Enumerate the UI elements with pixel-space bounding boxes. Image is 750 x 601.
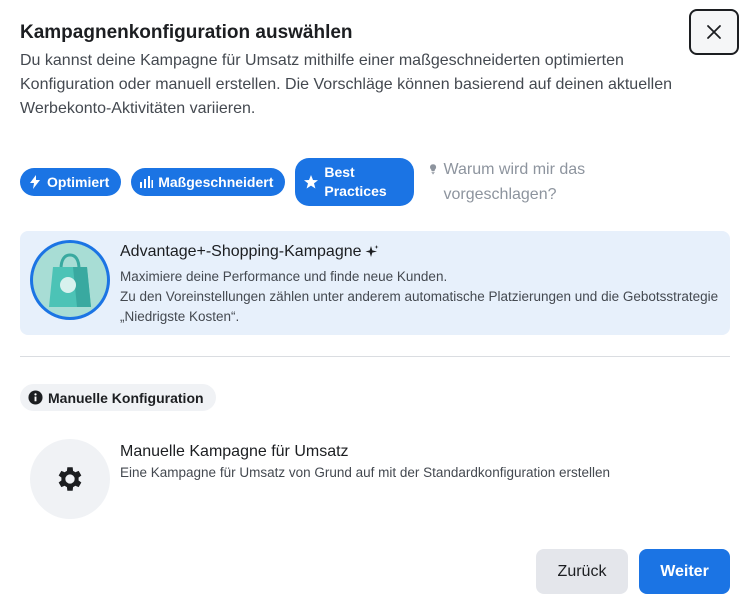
lightning-icon [30,175,40,189]
lightbulb-icon [430,164,437,175]
badge-best-practices-label: Best Practices [324,164,387,199]
section-divider [20,356,730,357]
advantage-title: Advantage+-Shopping-Kampagne [120,243,379,261]
dialog-description: Du kannst deine Kampagne für Umsatz mith… [20,52,672,117]
next-button[interactable]: Weiter [639,549,730,594]
manual-campaign-option[interactable]: Manuelle Kampagne für Umsatz [120,443,349,461]
why-suggested-link[interactable]: Warum wird mir das vorgeschlagen? [429,157,619,207]
suggestion-badges: Optimiert Maßgeschneidert Best Practices [20,157,619,207]
manual-config-chip-label: Manuelle Konfiguration [48,389,204,406]
advantage-logo [30,240,110,320]
close-button[interactable] [689,9,739,55]
manual-config-chip: Manuelle Konfiguration [20,384,216,411]
badge-tailored: Maßgeschneidert [131,168,286,196]
manual-campaign-icon-wrap [30,439,110,519]
bar-chart-icon [140,176,154,188]
badge-optimized-label: Optimiert [47,174,110,190]
info-icon [28,390,43,405]
advantage-line-2: Zu den Voreinstellungen zählen unter and… [120,289,719,324]
campaign-config-dialog: Kampagnenkonfiguration auswählen Du kann… [0,0,750,601]
why-suggested-text: Warum wird mir das vorgeschlagen? [443,161,586,203]
close-icon [707,25,721,39]
badge-tailored-label: Maßgeschneidert [158,174,274,190]
advantage-title-text: Advantage+-Shopping-Kampagne [120,243,362,260]
star-icon [304,175,319,189]
back-button[interactable]: Zurück [536,549,628,594]
sparkle-icon [365,245,379,257]
manual-campaign-description: Eine Kampagne für Umsatz von Grund auf m… [120,465,611,480]
badge-optimized: Optimiert [20,168,122,196]
shopping-bag-icon [49,253,91,307]
badge-best-practices: Best Practices [295,158,415,206]
manual-campaign-title: Manuelle Kampagne für Umsatz [120,443,349,460]
advantage-shopping-option[interactable]: Advantage+-Shopping-Kampagne Maximiere d… [20,231,730,335]
dialog-title: Kampagnenkonfiguration auswählen [20,22,353,43]
advantage-description: Maximiere deine Performance und finde ne… [120,267,720,327]
advantage-line-1: Maximiere deine Performance und finde ne… [120,269,448,284]
gear-icon [58,467,82,491]
